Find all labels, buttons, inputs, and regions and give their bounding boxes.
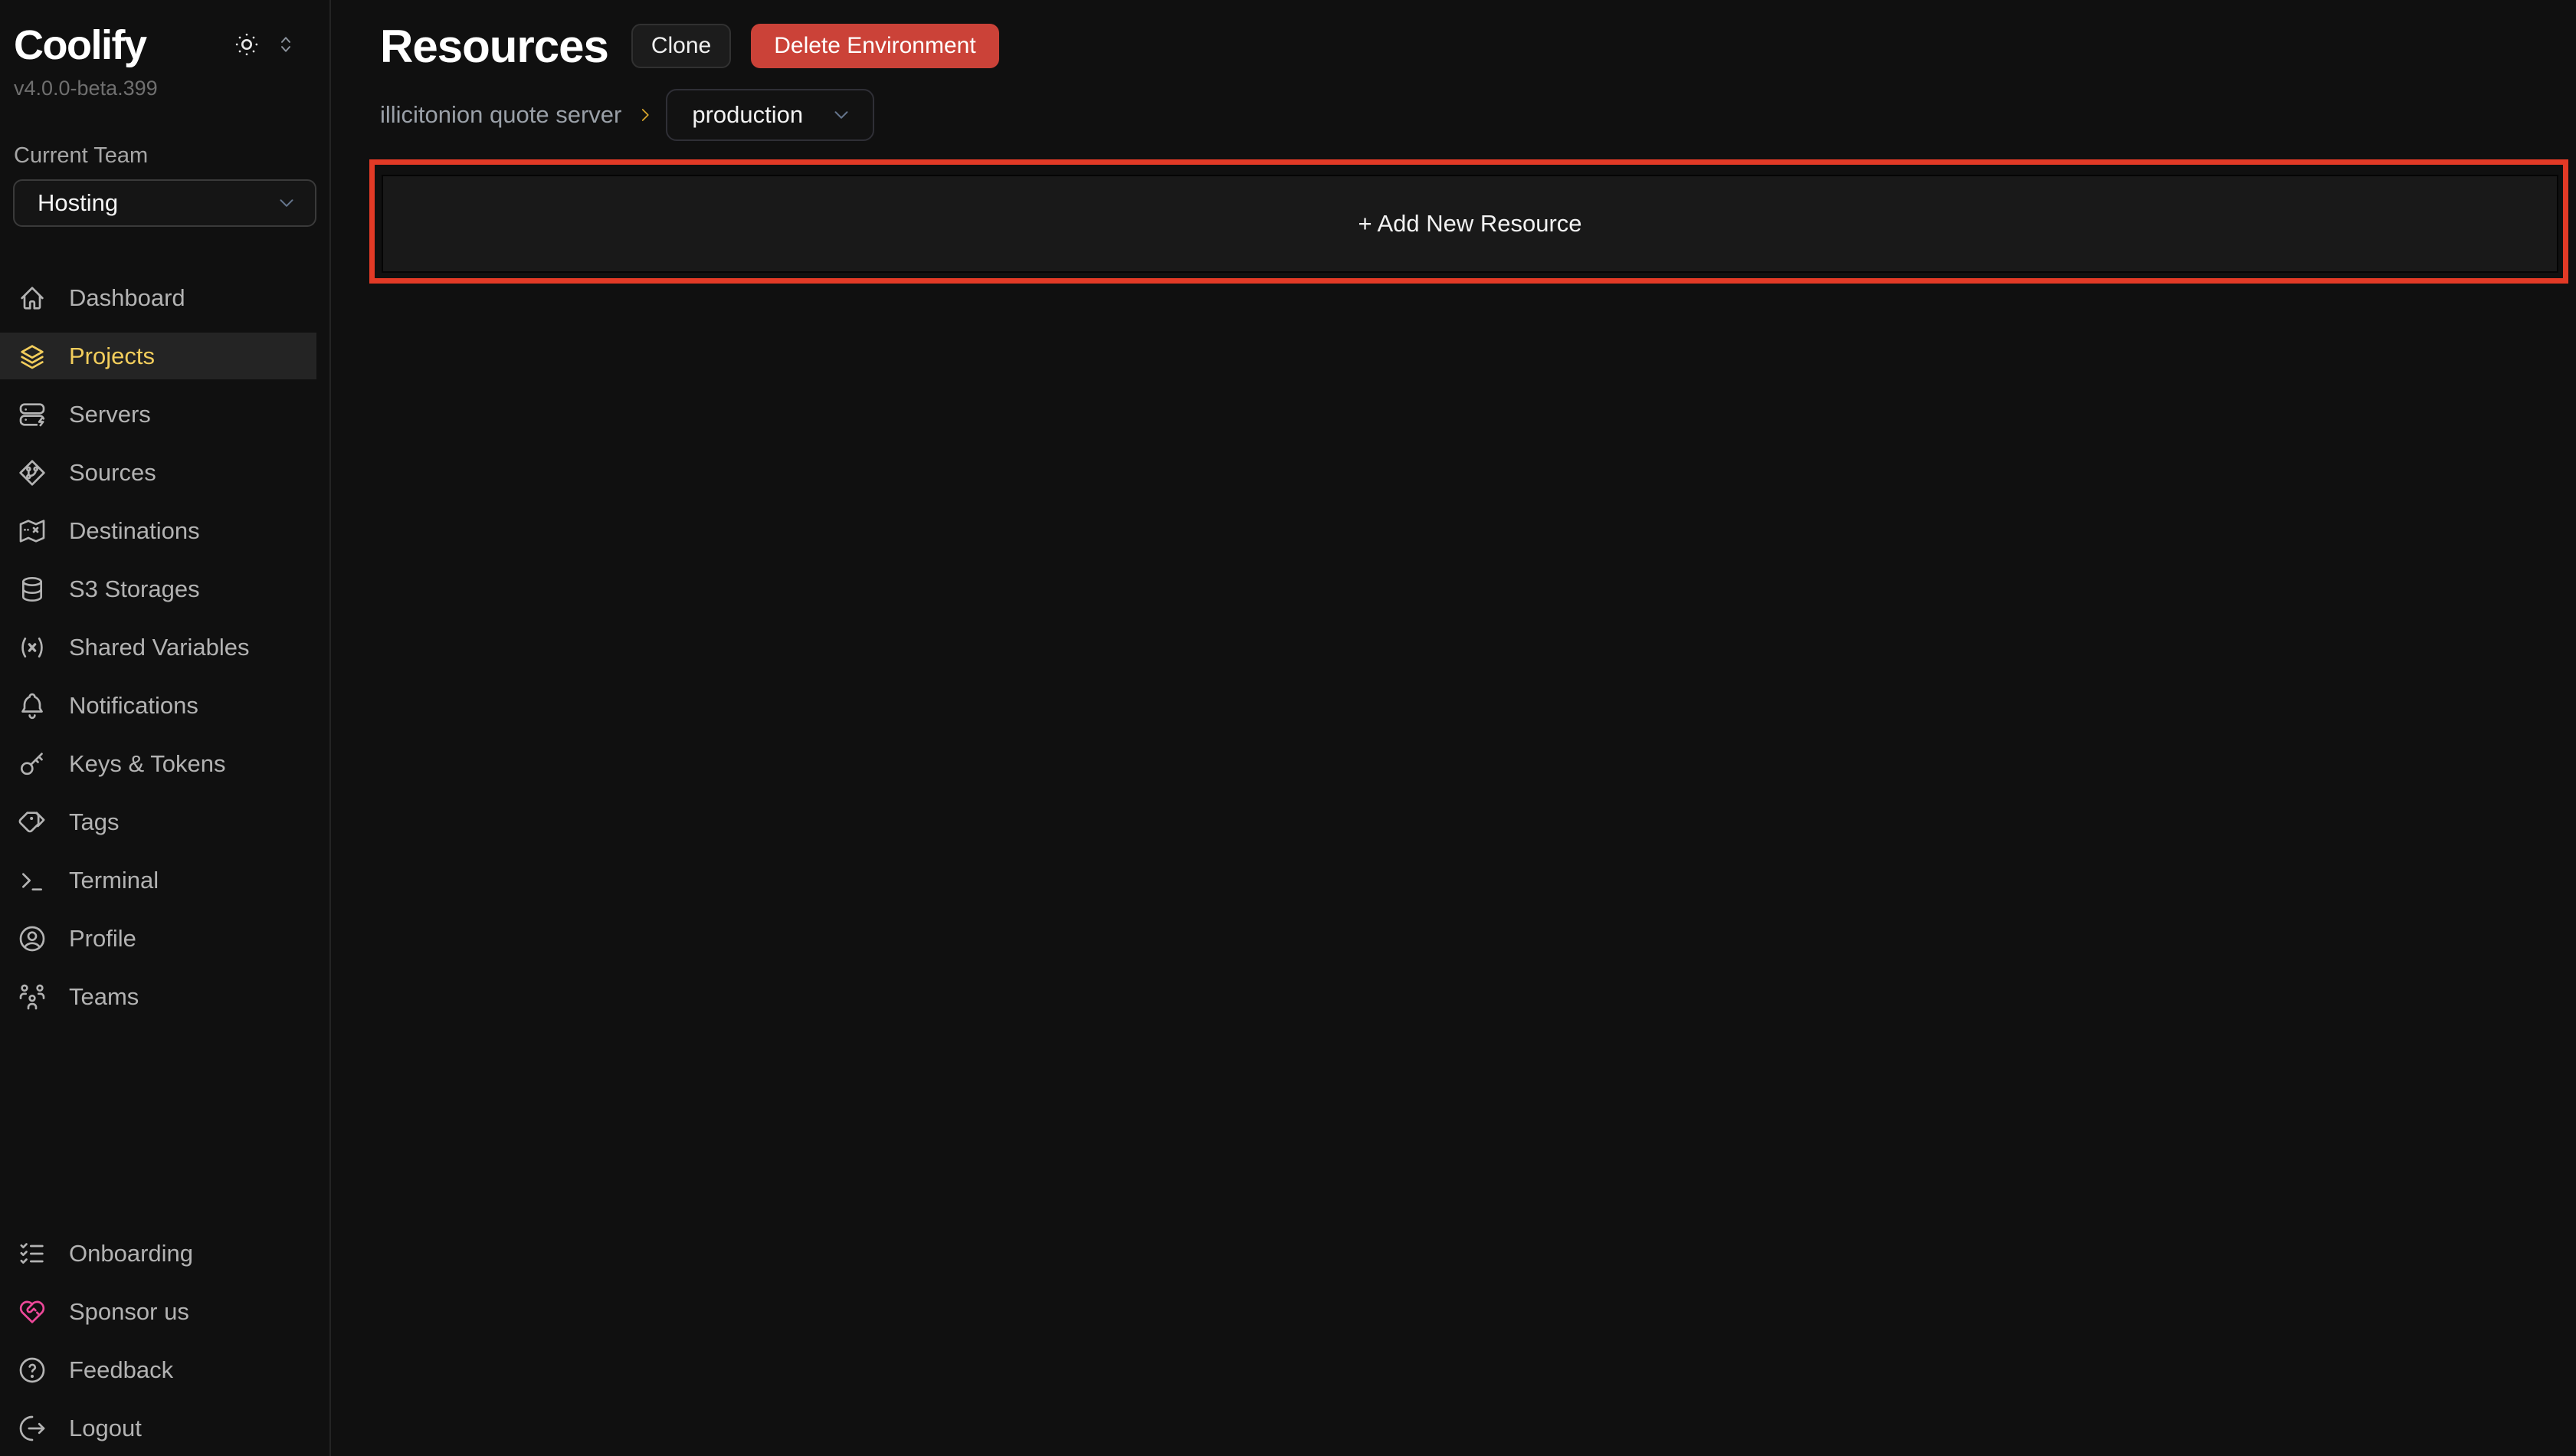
bell-icon xyxy=(17,690,48,721)
users-group-icon xyxy=(17,982,48,1012)
sidebar-item-profile[interactable]: Profile xyxy=(0,915,316,962)
sidebar-item-label: Onboarding xyxy=(69,1240,193,1267)
team-select-value: Hosting xyxy=(38,189,118,217)
theme-sun-icon[interactable] xyxy=(231,29,262,60)
home-icon xyxy=(17,283,48,313)
breadcrumb-project-link[interactable]: illicitonion quote server xyxy=(380,101,621,129)
sidebar-item-label: Teams xyxy=(69,983,139,1011)
sidebar-item-dashboard[interactable]: Dashboard xyxy=(0,274,316,321)
sidebar-item-notifications[interactable]: Notifications xyxy=(0,682,316,729)
checklist-icon xyxy=(17,1238,48,1269)
user-circle-icon xyxy=(17,923,48,954)
map-icon xyxy=(17,516,48,546)
current-team-label: Current Team xyxy=(14,143,329,169)
app-root: Coolify v4.0.0-beta.399 Current Team Hos… xyxy=(0,0,2576,1456)
sidebar-item-onboarding[interactable]: Onboarding xyxy=(0,1230,316,1277)
sidebar-item-destinations[interactable]: Destinations xyxy=(0,507,316,554)
sidebar-item-sponsor-us[interactable]: Sponsor us xyxy=(0,1288,316,1335)
sidebar-item-label: Profile xyxy=(69,925,136,953)
sidebar-item-label: Sponsor us xyxy=(69,1298,189,1326)
sidebar-footer-nav: Onboarding Sponsor us Feedback Logout xyxy=(0,1230,329,1451)
sidebar-item-label: Tags xyxy=(69,808,119,836)
sidebar-item-keys-tokens[interactable]: Keys & Tokens xyxy=(0,740,316,787)
sidebar-item-terminal[interactable]: Terminal xyxy=(0,857,316,903)
app-logo[interactable]: Coolify xyxy=(14,23,146,67)
chevron-down-icon xyxy=(830,103,853,126)
delete-environment-button[interactable]: Delete Environment xyxy=(751,24,998,68)
sidebar-header-icons xyxy=(231,29,297,60)
heart-handshake-icon xyxy=(17,1297,48,1327)
theme-selector-icon[interactable] xyxy=(274,33,297,56)
add-new-resource-button[interactable]: + Add New Resource xyxy=(382,175,2558,273)
git-source-icon xyxy=(17,457,48,488)
variables-icon xyxy=(17,632,48,663)
terminal-icon xyxy=(17,865,48,896)
chevron-down-icon xyxy=(275,192,298,215)
sidebar-item-label: Notifications xyxy=(69,692,198,720)
sidebar-item-projects[interactable]: Projects xyxy=(0,333,316,379)
sidebar-item-label: Destinations xyxy=(69,517,200,545)
sidebar-item-teams[interactable]: Teams xyxy=(0,973,316,1020)
sidebar-item-label: S3 Storages xyxy=(69,576,200,603)
page-title: Resources xyxy=(380,20,608,73)
tags-icon xyxy=(17,807,48,838)
server-icon xyxy=(17,399,48,430)
database-icon xyxy=(17,574,48,605)
sidebar-item-label: Shared Variables xyxy=(69,634,250,661)
breadcrumb: illicitonion quote server production xyxy=(380,89,2576,141)
sidebar: Coolify v4.0.0-beta.399 Current Team Hos… xyxy=(0,0,331,1456)
sidebar-item-shared-variables[interactable]: Shared Variables xyxy=(0,624,316,671)
sidebar-item-label: Logout xyxy=(69,1415,142,1442)
sidebar-item-servers[interactable]: Servers xyxy=(0,391,316,438)
sidebar-item-logout[interactable]: Logout xyxy=(0,1405,316,1451)
clone-button[interactable]: Clone xyxy=(631,24,731,68)
sidebar-item-label: Terminal xyxy=(69,867,159,894)
sidebar-item-label: Keys & Tokens xyxy=(69,750,225,778)
team-select[interactable]: Hosting xyxy=(13,179,316,227)
sidebar-item-label: Projects xyxy=(69,343,155,370)
sidebar-item-feedback[interactable]: Feedback xyxy=(0,1346,316,1393)
layers-icon xyxy=(17,341,48,372)
page-header: Resources Clone Delete Environment xyxy=(380,21,2576,71)
sidebar-item-label: Servers xyxy=(69,401,151,428)
sidebar-item-s3-storages[interactable]: S3 Storages xyxy=(0,566,316,612)
add-new-resource-label: + Add New Resource xyxy=(1358,210,1581,238)
sidebar-header: Coolify xyxy=(0,23,329,67)
environment-select-value: production xyxy=(692,101,803,129)
main-content: Resources Clone Delete Environment illic… xyxy=(331,0,2576,1456)
sidebar-nav: Dashboard Projects Servers Sources xyxy=(0,274,329,1031)
sidebar-item-tags[interactable]: Tags xyxy=(0,799,316,845)
key-icon xyxy=(17,749,48,779)
sidebar-item-label: Sources xyxy=(69,459,156,487)
logout-icon xyxy=(17,1413,48,1444)
sidebar-item-label: Dashboard xyxy=(69,284,185,312)
sidebar-item-label: Feedback xyxy=(69,1356,173,1384)
sidebar-item-sources[interactable]: Sources xyxy=(0,449,316,496)
app-version: v4.0.0-beta.399 xyxy=(14,77,329,100)
environment-select[interactable]: production xyxy=(666,89,874,141)
chevron-right-icon xyxy=(635,105,655,125)
help-circle-icon xyxy=(17,1355,48,1385)
